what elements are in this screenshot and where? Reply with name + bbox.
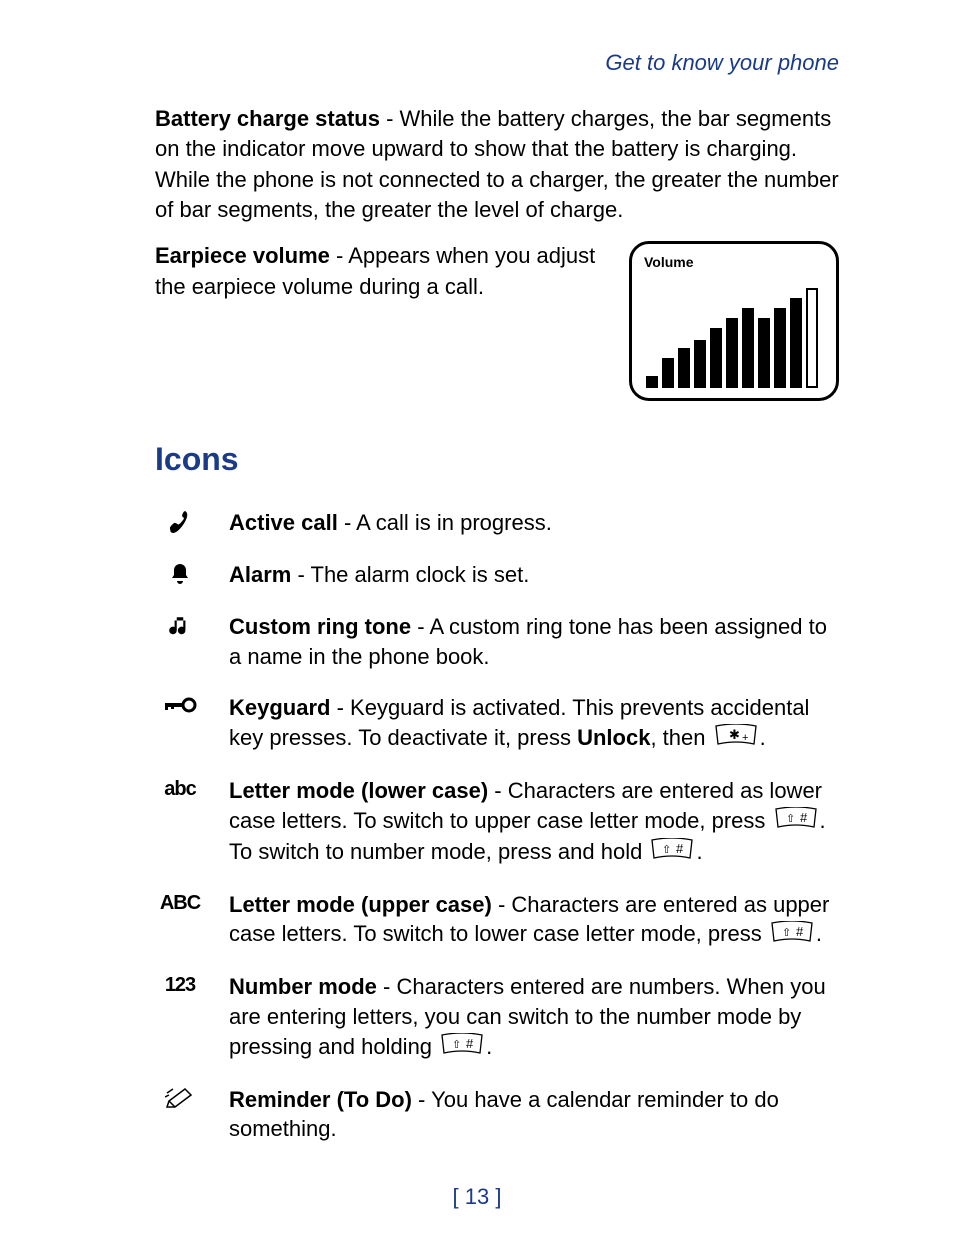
page-number: [ 13 ] <box>0 1184 954 1210</box>
star-key-icon: ✱+ <box>714 724 758 754</box>
battery-status-para: Battery charge status - While the batter… <box>155 104 839 225</box>
icon-row-alarm: Alarm - The alarm clock is set. <box>155 560 839 590</box>
abc-upper-icon: ABC <box>155 890 205 915</box>
svg-text:⇧: ⇧ <box>786 813 795 825</box>
earpiece-title: Earpiece volume <box>155 243 330 268</box>
icon-row-active-call: Active call - A call is in progress. <box>155 508 839 538</box>
music-note-icon <box>155 612 205 640</box>
bell-icon <box>155 560 205 586</box>
hash-key-icon: ⇧# <box>774 807 818 837</box>
handset-icon <box>155 508 205 536</box>
icon-row-keyguard: Keyguard - Keyguard is activated. This p… <box>155 693 839 754</box>
icon-row-number-mode: 123 Number mode - Characters entered are… <box>155 972 839 1062</box>
volume-indicator: Volume <box>629 241 839 401</box>
hash-key-icon: ⇧# <box>650 838 694 868</box>
hash-key-icon: ⇧# <box>770 921 814 951</box>
earpiece-row: Earpiece volume - Appears when you adjus… <box>155 241 839 401</box>
icon-row-reminder: Reminder (To Do) - You have a calendar r… <box>155 1085 839 1144</box>
breadcrumb-link: Get to know your phone <box>155 50 839 76</box>
earpiece-para: Earpiece volume - Appears when you adjus… <box>155 241 609 302</box>
section-title-icons: Icons <box>155 441 839 478</box>
icon-row-custom-ring: Custom ring tone - A custom ring tone ha… <box>155 612 839 671</box>
svg-text:✱: ✱ <box>729 727 740 742</box>
123-icon: 123 <box>155 972 205 997</box>
volume-bars <box>644 278 824 388</box>
icon-row-letter-lower: abc Letter mode (lower case) - Character… <box>155 776 839 868</box>
pencil-icon <box>155 1085 205 1109</box>
abc-lower-icon: abc <box>155 776 205 801</box>
svg-text:+: + <box>742 732 748 744</box>
svg-text:⇧: ⇧ <box>452 1039 461 1051</box>
svg-text:⇧: ⇧ <box>662 844 671 856</box>
battery-title: Battery charge status <box>155 106 380 131</box>
svg-text:#: # <box>676 841 684 856</box>
icon-list: Active call - A call is in progress. Ala… <box>155 508 839 1144</box>
icon-row-letter-upper: ABC Letter mode (upper case) - Character… <box>155 890 839 951</box>
svg-text:#: # <box>796 924 804 939</box>
volume-label: Volume <box>644 254 824 270</box>
key-icon <box>155 693 205 715</box>
hash-key-icon: ⇧# <box>440 1033 484 1063</box>
svg-text:#: # <box>800 810 808 825</box>
svg-text:⇧: ⇧ <box>782 927 791 939</box>
svg-text:#: # <box>466 1036 474 1051</box>
